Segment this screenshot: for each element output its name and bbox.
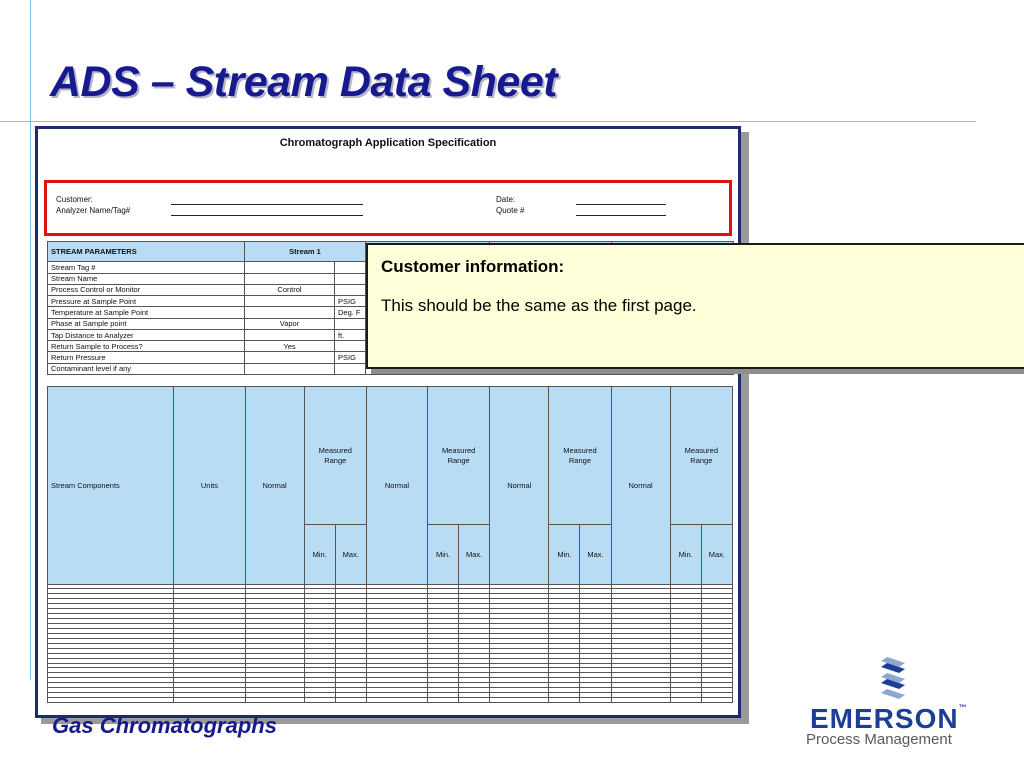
param-unit [334, 362, 366, 376]
component-cell [334, 697, 367, 703]
component-cell [579, 697, 612, 703]
col-max: Max. [579, 524, 612, 585]
col-max: Max. [700, 524, 734, 585]
param-value: Vapor [244, 317, 335, 330]
col-measured-range-1: Measured Range [303, 385, 367, 526]
components-header-row: Stream Components Units Normal Measured R… [46, 385, 734, 585]
component-cell [46, 697, 175, 703]
param-label: Stream Name [47, 272, 245, 285]
param-label: Phase at Sample point [47, 317, 245, 330]
stream-1-header: Stream 1 [244, 240, 366, 263]
param-unit: Deg. F [334, 306, 366, 319]
param-value [244, 306, 335, 319]
slide-title: ADS – Stream Data Sheet [50, 58, 558, 106]
footer-text: Gas Chromatographs [52, 713, 277, 738]
customer-underline [171, 204, 363, 205]
param-label: Process Control or Monitor [47, 283, 245, 297]
col-max: Max. [458, 524, 491, 585]
col-normal-3: Normal [489, 386, 550, 585]
param-value [244, 272, 335, 285]
date-underline [576, 204, 666, 205]
customer-label: Customer: [56, 195, 93, 204]
col-measured-range-3: Measured Range [548, 385, 612, 526]
component-cell [548, 697, 581, 703]
param-label: Temperature at Sample Point [47, 306, 245, 319]
component-cell [458, 697, 491, 703]
param-label: Tap Distance to Analyzer [47, 328, 245, 342]
document-title: Chromatograph Application Specification [279, 137, 497, 149]
col-stream-components: Stream Components [46, 386, 175, 585]
param-value: Yes [244, 340, 335, 353]
col-measured-range-2: Measured Range [427, 385, 491, 526]
param-value: Control [244, 283, 335, 297]
param-label: Contaminant level if any [47, 362, 245, 376]
quote-label: Quote # [496, 206, 525, 215]
guide-line-vertical [30, 0, 31, 680]
component-cell [489, 697, 550, 703]
component-row [46, 697, 734, 703]
component-cell [610, 697, 671, 703]
callout-body: This should be the same as the first pag… [381, 296, 697, 315]
param-value [244, 328, 335, 342]
component-cell [303, 697, 336, 703]
param-unit: PSIG [334, 351, 366, 364]
param-value [244, 261, 335, 274]
param-unit: PSIG [334, 295, 366, 308]
logo-subtitle: Process Management [806, 731, 952, 748]
component-cell [244, 697, 305, 703]
param-label: Stream Tag # [47, 261, 245, 274]
emerson-mark-icon [881, 657, 905, 699]
component-cell [365, 697, 429, 703]
callout-title: Customer information: [381, 257, 565, 276]
emerson-logo: EMERSON™ Process Management [800, 655, 990, 755]
param-unit [334, 272, 366, 285]
param-unit [334, 317, 366, 330]
param-unit [334, 283, 366, 297]
col-min: Min. [303, 524, 336, 585]
analyzer-underline [171, 215, 363, 216]
col-min: Min. [548, 524, 581, 585]
param-unit [334, 261, 366, 274]
col-normal-4: Normal [610, 386, 671, 585]
date-label: Date: [496, 195, 516, 204]
param-value [244, 362, 335, 376]
param-label: Pressure at Sample Point [47, 295, 245, 308]
stream-data-sheet-image: Chromatograph Application Specification … [35, 126, 741, 718]
stream-components-table: Stream Components Units Normal Measured R… [46, 385, 734, 703]
customer-highlight-box: Customer: Analyzer Name/Tag# Date: Quote… [44, 180, 732, 236]
param-label: Return Sample to Process? [47, 340, 245, 353]
param-value [244, 295, 335, 308]
col-units: Units [173, 386, 246, 585]
param-label: Return Pressure [47, 351, 245, 364]
guide-line-horizontal [0, 121, 976, 122]
component-cell [669, 697, 702, 703]
component-cell [700, 697, 734, 703]
quote-underline [576, 215, 666, 216]
col-max: Max. [334, 524, 367, 585]
component-cell [427, 697, 460, 703]
col-min: Min. [669, 524, 702, 585]
param-unit: ft. [334, 328, 366, 342]
col-normal-2: Normal [365, 386, 429, 585]
col-measured-range-4: Measured Range [669, 385, 734, 526]
component-cell [173, 697, 246, 703]
param-unit [334, 340, 366, 353]
param-value [244, 351, 335, 364]
col-min: Min. [427, 524, 460, 585]
params-header: STREAM PARAMETERS [47, 240, 245, 263]
analyzer-label: Analyzer Name/Tag# [56, 206, 131, 215]
customer-info-callout: Customer information: This should be the… [366, 243, 1024, 369]
col-normal-1: Normal [244, 386, 305, 585]
